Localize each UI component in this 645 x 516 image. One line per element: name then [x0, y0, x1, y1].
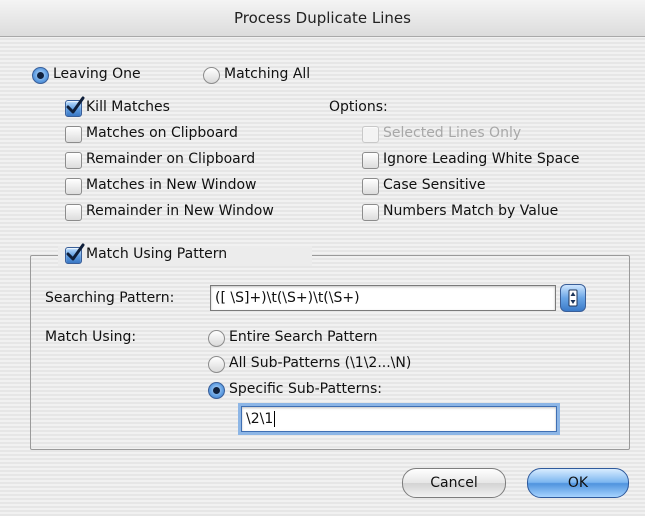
window-title: Process Duplicate Lines: [0, 0, 645, 37]
matches-in-new-window-checkbox[interactable]: [65, 178, 82, 195]
match-using-pattern-checkbox[interactable]: [65, 243, 85, 264]
numbers-match-by-value-label[interactable]: Numbers Match by Value: [383, 203, 558, 219]
matching-all-label[interactable]: Matching All: [224, 66, 310, 82]
all-sub-patterns-radio[interactable]: [208, 356, 225, 373]
remainder-in-new-window-checkbox[interactable]: [65, 204, 82, 221]
searching-pattern-label: Searching Pattern:: [45, 290, 175, 306]
ok-button[interactable]: OK: [527, 468, 629, 498]
matches-in-new-window-label[interactable]: Matches in New Window: [86, 177, 256, 193]
match-using-label: Match Using:: [45, 329, 137, 345]
entire-search-pattern-label[interactable]: Entire Search Pattern: [229, 329, 378, 345]
leaving-one-label[interactable]: Leaving One: [53, 66, 141, 82]
match-using-pattern-label[interactable]: Match Using Pattern: [86, 246, 227, 262]
sub-patterns-field[interactable]: \2\1: [241, 406, 557, 432]
remainder-on-clipboard-label[interactable]: Remainder on Clipboard: [86, 151, 255, 167]
kill-matches-checkbox[interactable]: [65, 96, 85, 117]
selected-lines-only-label: Selected Lines Only: [383, 125, 522, 141]
remainder-in-new-window-label[interactable]: Remainder in New Window: [86, 203, 274, 219]
text-caret: [274, 411, 276, 427]
leaving-one-radio[interactable]: [32, 67, 49, 84]
options-heading: Options:: [329, 99, 388, 115]
remainder-on-clipboard-checkbox[interactable]: [65, 152, 82, 169]
all-sub-patterns-label[interactable]: All Sub-Patterns (\1\2...\N): [229, 355, 411, 371]
case-sensitive-label[interactable]: Case Sensitive: [383, 177, 486, 193]
ignore-leading-white-space-checkbox[interactable]: [362, 152, 379, 169]
checkmark-icon: [66, 96, 85, 114]
selected-lines-only-checkbox: [362, 126, 379, 143]
specific-sub-patterns-label[interactable]: Specific Sub-Patterns:: [229, 381, 382, 397]
process-duplicate-lines-dialog: Process Duplicate Lines Leaving One Matc…: [0, 0, 645, 516]
specific-sub-patterns-radio[interactable]: [208, 382, 225, 399]
matching-all-radio[interactable]: [203, 67, 220, 84]
searching-pattern-field[interactable]: ([ \S]+)\t(\S+)\t(\S+): [210, 285, 556, 311]
entire-search-pattern-radio[interactable]: [208, 330, 225, 347]
cancel-button[interactable]: Cancel: [402, 468, 506, 498]
ignore-leading-white-space-label[interactable]: Ignore Leading White Space: [383, 151, 580, 167]
checkmark-icon: [66, 243, 85, 261]
pattern-menu-button[interactable]: [560, 284, 586, 312]
case-sensitive-checkbox[interactable]: [362, 178, 379, 195]
matches-on-clipboard-checkbox[interactable]: [65, 126, 82, 143]
matches-on-clipboard-label[interactable]: Matches on Clipboard: [86, 125, 238, 141]
updown-arrows-icon: [568, 289, 578, 307]
sub-patterns-value: \2\1: [246, 411, 274, 427]
kill-matches-label[interactable]: Kill Matches: [86, 99, 170, 115]
numbers-match-by-value-checkbox[interactable]: [362, 204, 379, 221]
